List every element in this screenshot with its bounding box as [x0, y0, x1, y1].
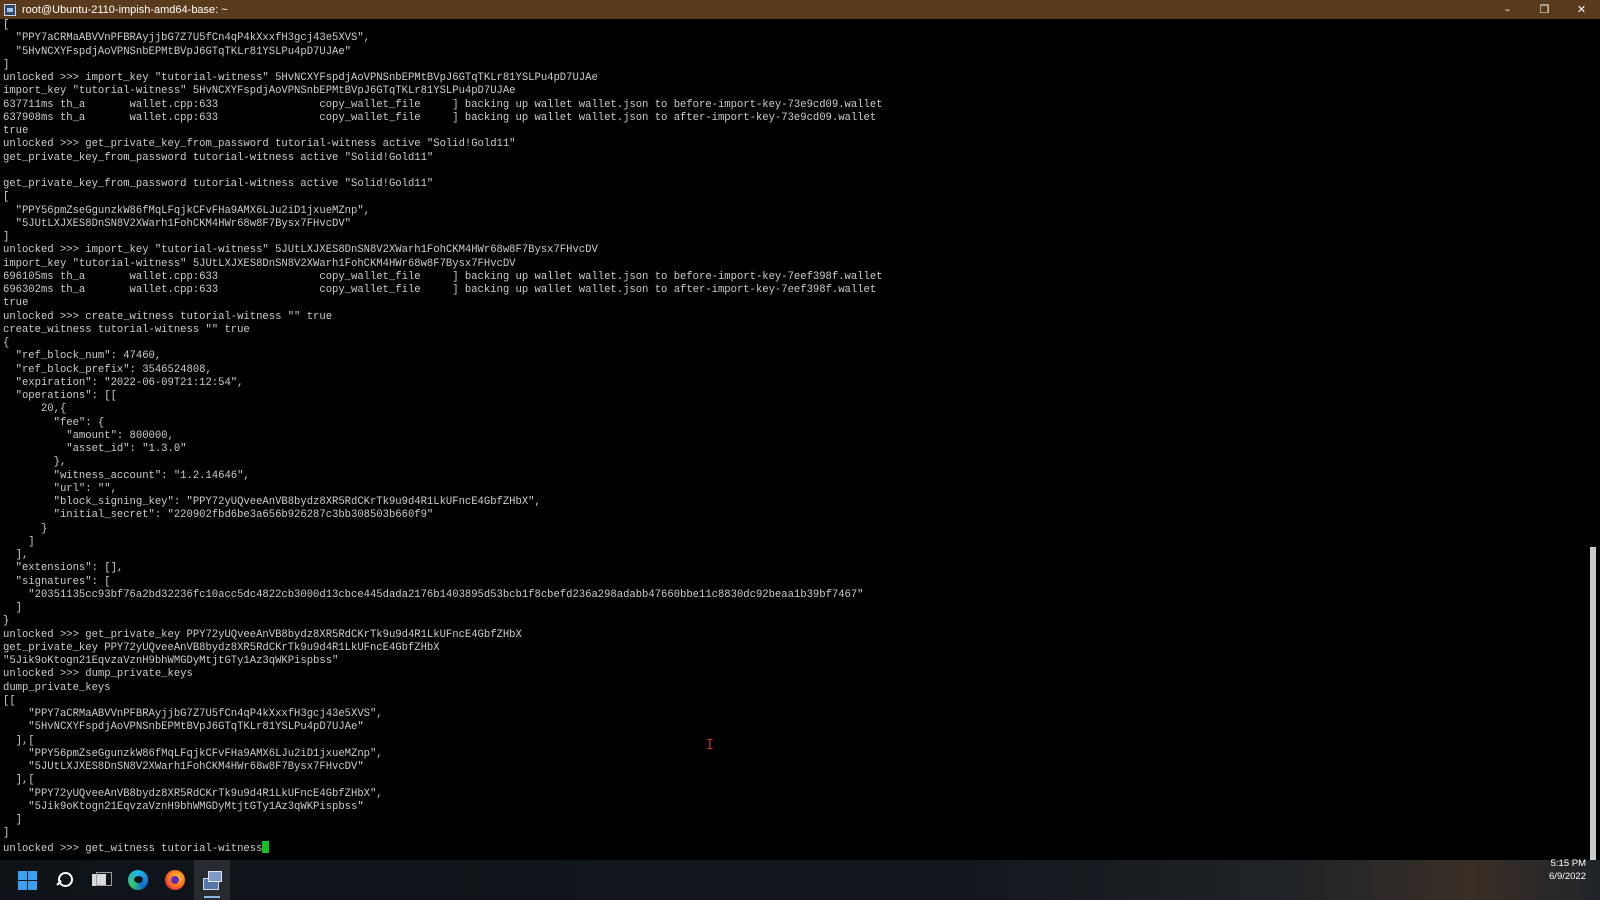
terminal-line: },: [53, 456, 67, 469]
terminal-line: "5HvNCXYFspdjAoVPNSnbEPMtBVpJ6GTqTKLr81Y…: [28, 721, 364, 734]
task-view-button[interactable]: [83, 860, 119, 900]
terminal-line: [: [3, 191, 10, 204]
taskbar: [0, 860, 1600, 900]
terminal-line: "5JUtLXJXES8DnSN8V2XWarh1FohCKM4HWr68w8F…: [28, 761, 364, 773]
terminal-line: "signatures": [: [15, 575, 111, 588]
minimize-button[interactable]: –: [1489, 0, 1526, 19]
terminal-line: unlocked >>> create_witness tutorial-wit…: [3, 310, 333, 323]
terminal-line: ]: [15, 602, 22, 614]
window-title: root@Ubuntu-2110-impish-amd64-base: ~: [22, 3, 228, 16]
terminal-line: "PPY7aCRMaABVVnPFBRAyjjbG7Z7U5fCn4qP4kXx…: [15, 32, 370, 45]
terminal-line: ],: [15, 549, 29, 561]
task-view-icon: [92, 872, 112, 888]
terminal-line: "fee": {: [53, 416, 105, 429]
terminal-line: }: [40, 522, 48, 535]
terminal-history: [ "PPY7aCRMaABVVnPFBRAyjjbG7Z7U5fCn4qP4k…: [3, 19, 883, 839]
close-button[interactable]: ✕: [1563, 0, 1600, 19]
firefox-icon: [165, 870, 185, 890]
command-input-line[interactable]: unlocked >>> get_witness tutorial-witnes…: [3, 843, 262, 855]
terminal-line: true: [3, 125, 29, 137]
terminal-line: 696302ms th_a wallet.cpp:633 copy_wallet…: [3, 284, 877, 296]
terminal-line: create_witness tutorial-witness "" true: [3, 323, 250, 336]
terminal-line: "5HvNCXYFspdjAoVPNSnbEPMtBVpJ6GTqTKLr81Y…: [15, 45, 352, 58]
terminal-output: [ "PPY7aCRMaABVVnPFBRAyjjbG7Z7U5fCn4qP4k…: [3, 19, 883, 856]
terminal-line: "witness_account": "1.2.14646",: [53, 469, 250, 482]
terminal-line: 696105ms th_a wallet.cpp:633 copy_wallet…: [3, 270, 883, 283]
scrollbar-thumb[interactable]: [1590, 547, 1596, 860]
terminal-line: "extensions": [],: [15, 562, 124, 575]
terminal-line: get_private_key PPY72yUQveeAnVB8bydz8XR5…: [3, 641, 440, 654]
terminal-line: ],[: [15, 774, 35, 787]
terminal-line: ]: [28, 535, 35, 548]
search-icon: [55, 871, 74, 890]
text-cursor: [262, 840, 270, 853]
terminal-line: unlocked >>> dump_private_keys: [3, 668, 193, 681]
terminal-line: unlocked >>> import_key "tutorial-witnes…: [3, 244, 598, 257]
terminal-line: "5Jik9oKtogn21EqvzaVznH9bhWMGDyMtjtGTy1A…: [3, 655, 339, 667]
terminal-line: "PPY56pmZseGgunzkW86fMqLFqjkCFvFHa9AMX6L…: [28, 747, 383, 760]
terminal-line: "url": "",: [53, 482, 117, 495]
terminal-line: get_private_key_from_password tutorial-w…: [3, 151, 434, 164]
terminal-line: "ref_block_num": 47460,: [15, 350, 162, 363]
terminal-line: "expiration": "2022-06-09T21:12:54",: [15, 376, 244, 389]
terminal-line: [: [3, 19, 10, 31]
terminal-line: ]: [3, 58, 10, 71]
terminal-line: get_private_key_from_password tutorial-w…: [3, 178, 434, 190]
clock-time: 5:15 PM: [1550, 858, 1586, 869]
terminal-line: "initial_secret": "220902fbd6be3a656b926…: [53, 509, 434, 522]
terminal-line: "5Jik9oKtogn21EqvzaVznH9bhWMGDyMtjtGTy1A…: [28, 800, 364, 813]
terminal-line: ]: [3, 231, 10, 243]
terminal-line: ]: [3, 827, 10, 840]
terminal-line: "PPY7aCRMaABVVnPFBRAyjjbG7Z7U5fCn4qP4kXx…: [28, 708, 383, 720]
start-button[interactable]: [9, 860, 45, 900]
terminal-line: "amount": 800000,: [66, 429, 174, 442]
terminal-line: {: [3, 337, 10, 349]
terminal-line: ]: [15, 814, 22, 826]
firefox-button[interactable]: [157, 860, 193, 900]
terminal-line: [[: [3, 694, 16, 707]
terminal-line: true: [3, 297, 29, 310]
terminal-scrollbar[interactable]: [1586, 19, 1600, 860]
terminal-line: dump_private_keys: [3, 681, 111, 694]
terminal-line: 637711ms th_a wallet.cpp:633 copy_wallet…: [3, 98, 883, 111]
terminal-line: "asset_id": "1.3.0": [66, 443, 187, 455]
terminal-line: "20351135cc93bf76a2bd32236fc10acc5dc4822…: [28, 588, 864, 601]
system-clock[interactable]: 5:15 PM 6/9/2022: [1549, 850, 1586, 890]
terminal-line: }: [3, 615, 10, 628]
terminal-line: "5JUtLXJXES8DnSN8V2XWarh1FohCKM4HWr68w8F…: [15, 217, 352, 230]
edge-browser-icon: [128, 870, 148, 890]
terminal-line: "operations": [[: [15, 390, 117, 402]
windows-start-icon: [17, 870, 37, 890]
window-controls: – ❐ ✕: [1489, 0, 1600, 19]
putty-icon: [202, 870, 222, 890]
terminal-line: import_key "tutorial-witness" 5JUtLXJXES…: [3, 257, 516, 270]
window-titlebar[interactable]: root@Ubuntu-2110-impish-amd64-base: ~ – …: [0, 0, 1600, 19]
terminal-line: ],[: [15, 734, 35, 747]
terminal-line: 637908ms th_a wallet.cpp:633 copy_wallet…: [3, 111, 877, 124]
maximize-button[interactable]: ❐: [1526, 0, 1563, 19]
putty-taskbar-button[interactable]: [194, 860, 230, 900]
clock-date: 6/9/2022: [1549, 871, 1586, 882]
terminal-line: 20,{: [40, 403, 67, 416]
edge-browser-button[interactable]: [120, 860, 156, 900]
search-button[interactable]: [46, 860, 82, 900]
terminal-line: "block_signing_key": "PPY72yUQveeAnVB8by…: [53, 496, 541, 508]
terminal-line: unlocked >>> get_private_key PPY72yUQvee…: [3, 628, 522, 641]
terminal-line: unlocked >>> import_key "tutorial-witnes…: [3, 72, 598, 84]
mouse-ibeam-cursor: I: [706, 738, 714, 753]
terminal-area[interactable]: [ "PPY7aCRMaABVVnPFBRAyjjbG7Z7U5fCn4qP4k…: [0, 19, 1586, 860]
terminal-line: import_key "tutorial-witness" 5HvNCXYFsp…: [3, 85, 516, 98]
terminal-line: unlocked >>> get_private_key_from_passwo…: [3, 138, 516, 151]
putty-app-icon[interactable]: [4, 3, 16, 16]
terminal-line: "PPY72yUQveeAnVB8bydz8XR5RdCKrTk9u9d4R1L…: [28, 787, 383, 800]
terminal-line: "ref_block_prefix": 3546524808,: [15, 363, 212, 376]
terminal-line: "PPY56pmZseGgunzkW86fMqLFqjkCFvFHa9AMX6L…: [15, 204, 370, 217]
